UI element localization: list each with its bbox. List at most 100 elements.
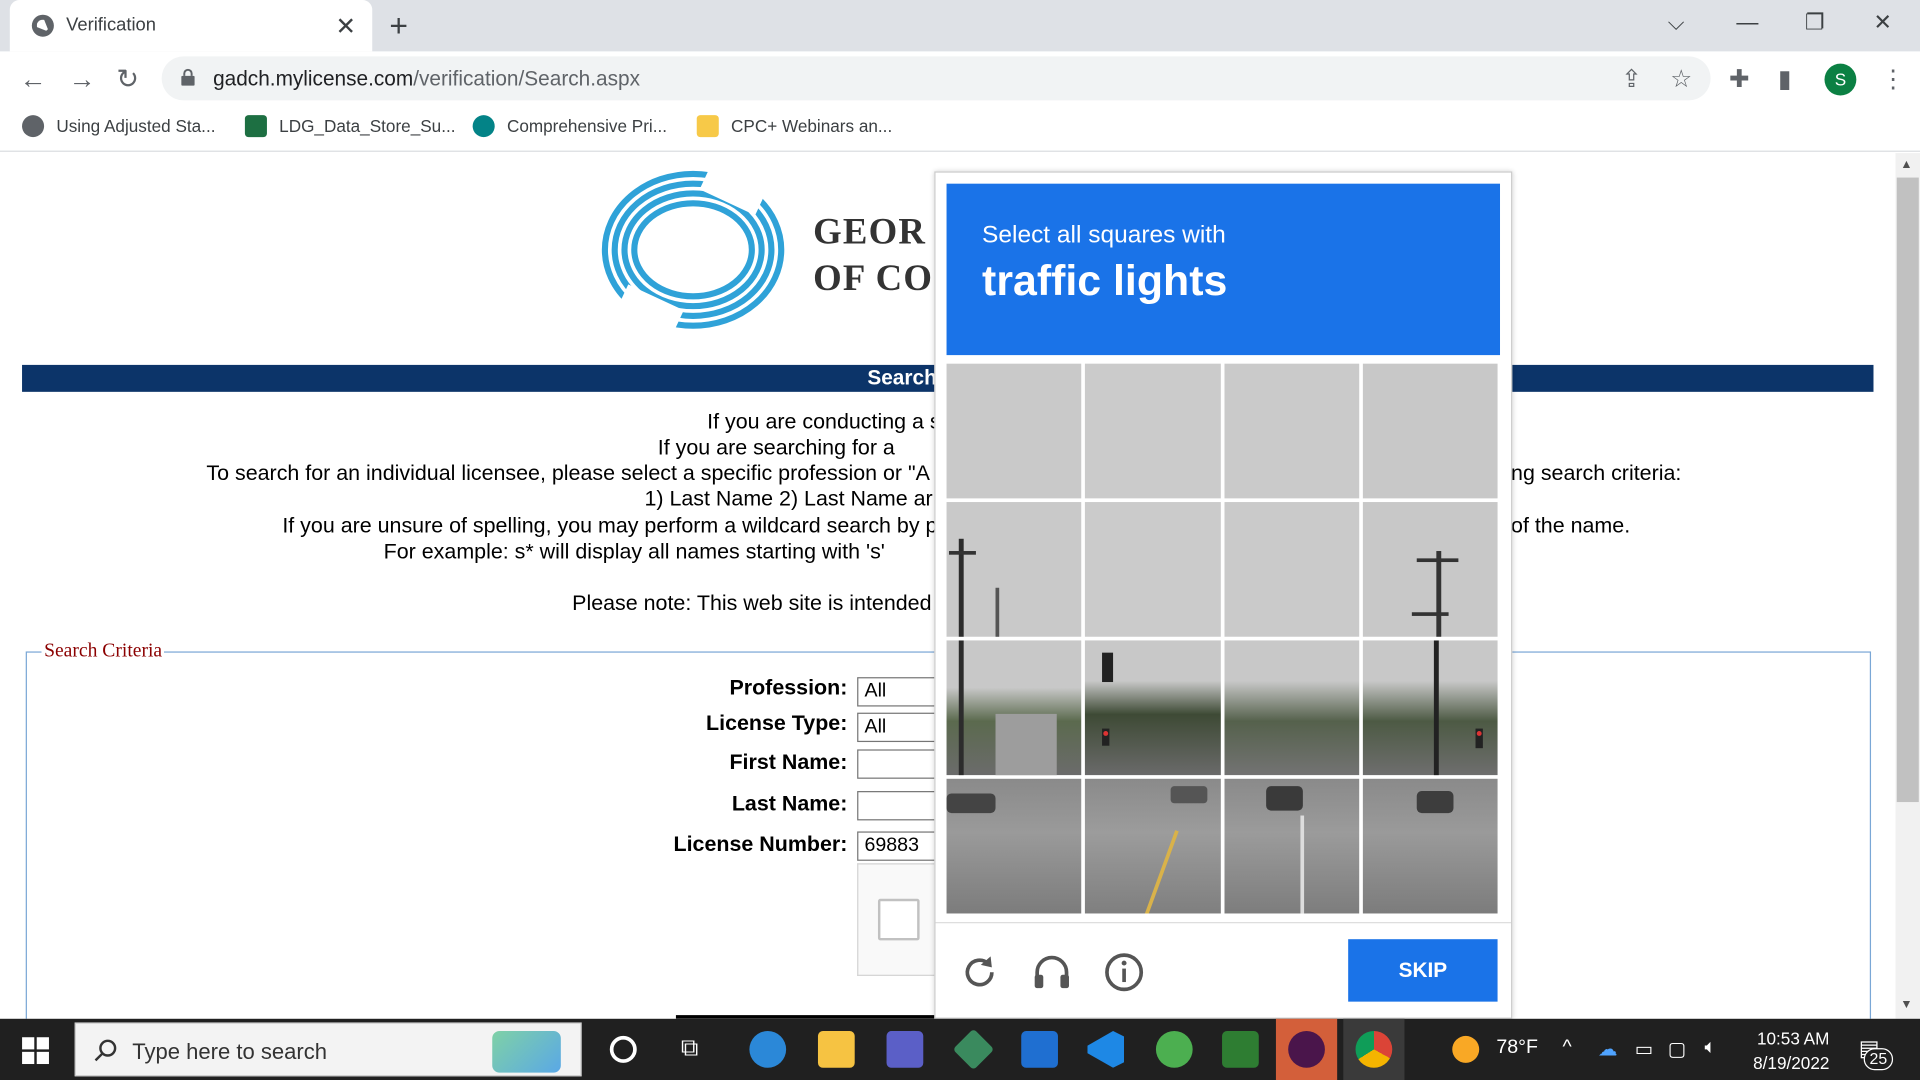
recaptcha-checkbox[interactable] — [877, 898, 920, 941]
file-explorer-icon[interactable] — [817, 1031, 855, 1068]
screen: Verification ✕ + ⌵ — ❐ ✕ ← → ↻ gadch.myl… — [0, 0, 1920, 1080]
info-icon[interactable] — [1102, 950, 1146, 994]
forward-icon[interactable]: → — [69, 64, 96, 96]
audio-icon[interactable] — [1030, 950, 1074, 994]
skip-button[interactable]: SKIP — [1348, 939, 1498, 1002]
captcha-tile[interactable] — [946, 502, 1082, 637]
chrome-icon[interactable] — [1355, 1031, 1393, 1068]
close-tab-icon[interactable]: ✕ — [336, 11, 357, 42]
volume-icon[interactable]: 🔈︎ — [1705, 1037, 1717, 1059]
extensions-icon[interactable]: ✚ — [1729, 64, 1750, 95]
weather-icon[interactable] — [1452, 1035, 1480, 1063]
slack-icon[interactable] — [1288, 1031, 1325, 1068]
instruction-line-right: ng search criteria: — [1511, 460, 1682, 485]
captcha-tile[interactable] — [1362, 778, 1498, 914]
search-highlight-icon — [492, 1031, 561, 1073]
license-number-label: License Number: — [673, 831, 848, 856]
globe-icon — [22, 115, 45, 138]
tab-title: Verification — [66, 14, 156, 36]
search-placeholder: Type here to search — [132, 1039, 328, 1065]
new-tab-button[interactable]: + — [389, 7, 408, 45]
media-app-icon[interactable] — [1222, 1031, 1259, 1068]
captcha-tile[interactable] — [1085, 502, 1221, 637]
network-icon[interactable]: ▢ — [1668, 1037, 1687, 1061]
captcha-tile[interactable] — [1223, 502, 1359, 637]
weather-temp[interactable]: 78°F — [1496, 1037, 1538, 1059]
captcha-tile[interactable] — [1085, 640, 1221, 776]
license-number-input[interactable]: 69883 — [857, 831, 943, 861]
teams-icon[interactable] — [886, 1031, 924, 1068]
bookmark-item[interactable]: Using Adjusted Sta... — [22, 115, 215, 138]
url-text: gadch.mylicense.com/verification/Search.… — [213, 67, 641, 91]
reload-icon[interactable] — [958, 950, 1002, 994]
restore-icon[interactable]: ❐ — [1805, 10, 1825, 36]
captcha-footer: SKIP — [935, 922, 1512, 1020]
folder-icon — [696, 115, 719, 138]
profile-avatar[interactable]: S — [1824, 63, 1857, 96]
profession-select[interactable]: All — [857, 677, 943, 707]
menu-kebab-icon[interactable]: ⋮ — [1881, 64, 1905, 95]
minimize-icon[interactable]: — — [1736, 10, 1758, 36]
captcha-challenge: Select all squares with traffic lights S… — [934, 171, 1513, 1020]
captcha-grid — [946, 363, 1498, 914]
captcha-tile[interactable] — [946, 640, 1082, 776]
fieldset-legend: Search Criteria — [44, 640, 163, 662]
page-scrollbar[interactable]: ▲ ▼ — [1895, 153, 1920, 1019]
captcha-tile[interactable] — [1362, 363, 1498, 499]
scroll-down-icon[interactable]: ▼ — [1900, 998, 1912, 1011]
sharepoint-icon — [472, 115, 495, 138]
task-view-icon[interactable]: ⧉ — [681, 1035, 698, 1063]
tab-verification[interactable]: Verification ✕ — [9, 0, 373, 52]
captcha-header: Select all squares with traffic lights — [946, 183, 1501, 356]
captcha-tile[interactable] — [1362, 640, 1498, 776]
windows-start-icon[interactable] — [22, 1037, 49, 1065]
captcha-tile[interactable] — [1085, 363, 1221, 499]
last-name-input[interactable] — [857, 791, 943, 821]
taskbar-search-box[interactable]: Type here to search — [74, 1022, 582, 1077]
org-logo — [601, 167, 785, 333]
bookmarks-bar: Using Adjusted Sta... LDG_Data_Store_Su.… — [0, 105, 1920, 152]
bookmark-item[interactable]: Comprehensive Pri... — [472, 115, 667, 138]
captcha-tile[interactable] — [1362, 502, 1498, 637]
cortana-icon[interactable] — [609, 1035, 637, 1063]
battery-icon[interactable]: ▭ — [1635, 1037, 1654, 1061]
vscode-icon[interactable] — [1087, 1031, 1125, 1068]
onedrive-icon[interactable]: ☁ — [1598, 1037, 1618, 1061]
captcha-tile[interactable] — [1223, 640, 1359, 776]
bookmark-item[interactable]: CPC+ Webinars an... — [696, 115, 892, 138]
captcha-tile[interactable] — [1223, 778, 1359, 914]
sharepoint-app-icon[interactable] — [1021, 1031, 1058, 1068]
share-icon[interactable]: ⇪ — [1621, 64, 1642, 95]
tab-strip: Verification ✕ + ⌵ — ❐ ✕ — [0, 0, 1920, 52]
git-icon[interactable] — [952, 1028, 995, 1071]
tray-overflow-icon[interactable]: ^ — [1562, 1037, 1571, 1059]
clock[interactable]: 10:53 AM 8/19/2022 — [1729, 1026, 1829, 1075]
globe-icon — [31, 14, 54, 37]
reload-page-icon[interactable]: ↻ — [116, 64, 139, 96]
excel-icon — [244, 115, 267, 138]
windows-taskbar: Type here to search ⧉ 78°F ^ ☁ ▭ ▢ 🔈︎ 10… — [0, 1018, 1920, 1080]
first-name-input[interactable] — [857, 749, 943, 779]
captcha-target: traffic lights — [982, 257, 1228, 305]
globe-app-icon[interactable] — [1155, 1031, 1193, 1068]
search-icon — [94, 1039, 117, 1062]
side-panel-icon[interactable]: ▮ — [1778, 64, 1791, 95]
last-name-label: Last Name: — [731, 791, 848, 816]
license-type-select[interactable]: All — [857, 712, 943, 743]
instruction-line-right: of the name. — [1511, 513, 1631, 538]
captcha-tile[interactable] — [946, 778, 1082, 914]
address-bar[interactable]: gadch.mylicense.com/verification/Search.… — [161, 56, 1711, 101]
tab-search-icon[interactable]: ⌵ — [1668, 10, 1685, 36]
back-icon[interactable]: ← — [20, 64, 47, 96]
license-type-label: License Type: — [706, 710, 848, 735]
scroll-up-icon[interactable]: ▲ — [1900, 158, 1912, 171]
captcha-tile[interactable] — [946, 363, 1082, 499]
bookmark-star-icon[interactable]: ☆ — [1670, 64, 1692, 95]
captcha-tile[interactable] — [1223, 363, 1359, 499]
bookmark-item[interactable]: LDG_Data_Store_Su... — [244, 115, 455, 138]
scrollbar-thumb[interactable] — [1896, 177, 1919, 803]
close-window-icon[interactable]: ✕ — [1873, 10, 1891, 36]
captcha-prompt: Select all squares with — [982, 221, 1226, 249]
captcha-tile[interactable] — [1085, 778, 1221, 914]
edge-icon[interactable] — [749, 1031, 787, 1068]
